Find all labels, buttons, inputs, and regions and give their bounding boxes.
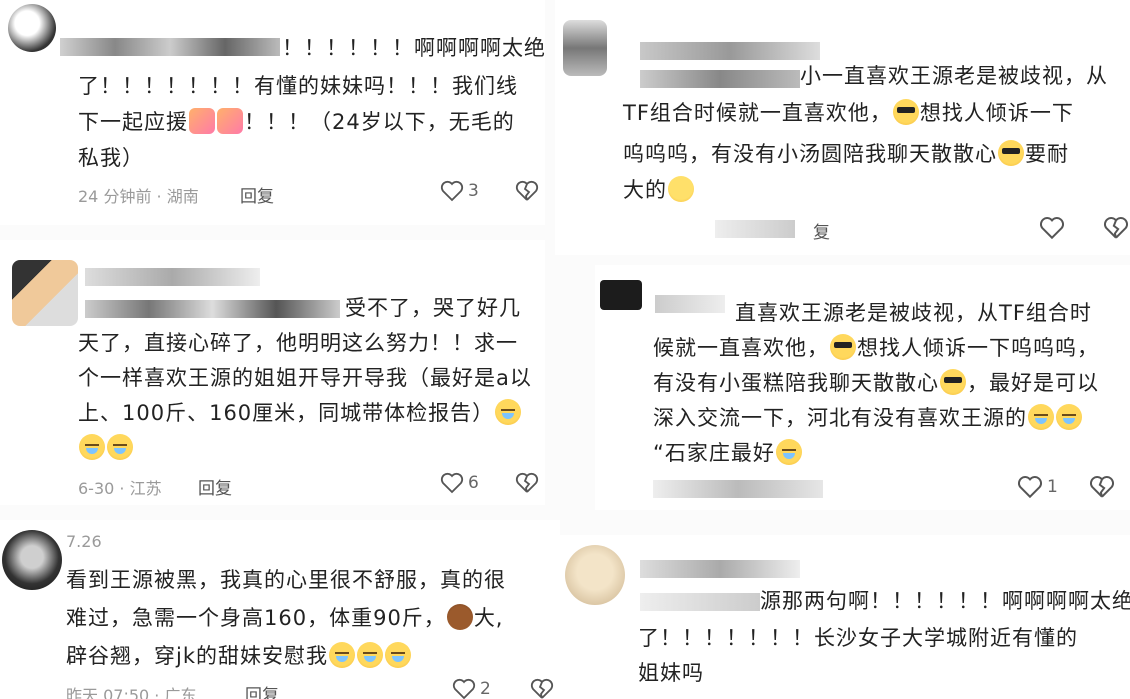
comment-text-line: 私我） (78, 146, 144, 170)
heart-icon (440, 180, 464, 202)
emoji-cry (329, 642, 355, 668)
comment-card-6: 源那两句啊！！！！！！啊啊啊啊太绝 了！！！！！！！长沙女子大学城附近有懂的 姐… (560, 535, 1130, 699)
comment-text-line: 辟谷翘，穿jk的甜妹安慰我 (66, 638, 412, 674)
blurred-username (640, 560, 800, 578)
comment-text-line: 个一样喜欢王源的姐姐开导开导我（最好是a以 (78, 366, 532, 390)
like-button[interactable]: 1 (1017, 475, 1058, 499)
dislike-button[interactable] (1089, 475, 1115, 499)
emoji-cool (830, 334, 856, 360)
like-count: 6 (468, 473, 479, 493)
comment-text-line: 深入交流一下，河北有没有喜欢王源的 (653, 400, 1083, 436)
comment-text-line: 直喜欢王源老是被歧视，从TF组合时 (735, 301, 1092, 325)
dislike-button[interactable] (1103, 216, 1129, 240)
blurred-meta (653, 480, 823, 498)
comment-card-3: 受不了，哭了好几 天了，直接心碎了，他明明这么努力！！求一 个一样喜欢王源的姐姐… (0, 240, 545, 505)
heart-icon (1017, 476, 1043, 499)
dislike-button[interactable] (515, 180, 539, 202)
like-button[interactable]: 6 (440, 472, 479, 494)
emoji-cool (998, 140, 1024, 166)
comment-text-line: 看到王源被黑，我真的心里很不舒服，真的很 (66, 568, 506, 592)
reply-button[interactable]: 回复 (245, 681, 279, 699)
comment-text-line: 大的 (623, 172, 695, 208)
broken-heart-icon (515, 472, 539, 493)
emoji-cry (495, 399, 522, 425)
emoji-cry (385, 642, 411, 668)
comment-text-line: 天了，直接心碎了，他明明这么努力！！求一 (78, 331, 518, 355)
avatar[interactable] (8, 4, 56, 52)
blurred-meta (715, 220, 795, 238)
emoji-hug (217, 108, 243, 134)
comment-text-line: TF组合时候就一直喜欢他， 想找人倾诉一下 (623, 99, 1074, 125)
comment-text-line: 姐妹吗 (638, 661, 704, 685)
heart-icon (452, 678, 476, 699)
comment-text-line: 有没有小蛋糕陪我聊天散散心 ，最好是可以 (653, 369, 1099, 395)
emoji-cry (1056, 404, 1082, 430)
like-button[interactable]: 3 (440, 180, 479, 202)
emoji-bear (446, 604, 473, 630)
emoji-cool (892, 99, 919, 125)
emoji-shock (668, 176, 694, 202)
broken-heart-icon (1103, 217, 1129, 239)
avatar[interactable] (563, 20, 607, 76)
comment-text-line: 呜呜呜，有没有小汤圆陪我聊天散散心 要耐 (623, 140, 1069, 166)
avatar[interactable] (565, 545, 625, 605)
comment-card-1: ！！！！！！啊啊啊啊太绝 了！！！！！！！有懂的妹妹吗！！！我们线 下一起应援！… (0, 0, 545, 225)
heart-icon (1039, 217, 1065, 240)
like-button[interactable] (1039, 216, 1065, 240)
comment-text-line: 受不了，哭了好几 (345, 296, 521, 320)
broken-heart-icon (530, 678, 554, 699)
blurred-username (640, 593, 760, 611)
emoji-hug (189, 108, 215, 134)
emoji-cry (107, 434, 133, 460)
reply-button[interactable]: 回复 (240, 182, 274, 207)
comment-meta: 昨天 07:50 · 广东 (66, 686, 197, 699)
comment-meta: 6-30 · 江苏 (78, 479, 162, 498)
broken-heart-icon (515, 180, 539, 201)
emoji-cry (775, 439, 802, 465)
dislike-button[interactable] (530, 678, 554, 699)
comment-text-line: 了！！！！！！！长沙女子大学城附近有懂的 (638, 626, 1078, 650)
like-count: 1 (1047, 477, 1058, 497)
blurred-username (640, 70, 800, 88)
comment-text-line: 候就一直喜欢他， 想找人倾诉一下呜呜呜， (653, 334, 1099, 360)
emoji-cry (1028, 404, 1054, 430)
dislike-button[interactable] (515, 472, 539, 494)
avatar[interactable] (2, 530, 62, 590)
avatar[interactable] (12, 260, 78, 326)
blurred-username (655, 295, 725, 313)
blurred-username (85, 268, 260, 286)
comment-emoji-line (78, 430, 134, 466)
comment-text-line: ！！！！！！啊啊啊啊太绝 (282, 36, 545, 60)
like-button[interactable]: 2 (452, 678, 491, 699)
like-count: 3 (468, 181, 479, 201)
comment-text-line: 源那两句啊！！！！！！啊啊啊啊太绝 (760, 589, 1130, 613)
emoji-cry (357, 642, 383, 668)
comment-date: 7.26 (66, 532, 102, 551)
comment-text-line: 下一起应援 ！！！（24岁以下，无毛的 (78, 108, 515, 134)
comment-text-line: 难过，急需一个身高160，体重90斤， 大, (66, 604, 504, 630)
comment-text-line: “石家庄最好 (653, 435, 803, 471)
comment-meta: 24 分钟前 · 湖南 (78, 187, 199, 206)
comment-card-5: 7.26 看到王源被黑，我真的心里很不舒服，真的很 难过，急需一个身高160，体… (0, 520, 560, 699)
blurred-username (85, 300, 340, 318)
comment-text-line: 上、100斤、160厘米，同城带体检报告） (78, 395, 522, 431)
broken-heart-icon (1089, 476, 1115, 498)
comment-text-line: 小一直喜欢王源老是被歧视，从 (800, 64, 1108, 88)
comment-text-line: 了！！！！！！！有懂的妹妹吗！！！我们线 (78, 74, 518, 98)
heart-icon (440, 472, 464, 494)
blurred-username (640, 42, 820, 60)
reply-button[interactable]: 复 (813, 218, 830, 243)
avatar[interactable] (600, 280, 642, 310)
like-count: 2 (480, 679, 491, 699)
comment-card-4: 直喜欢王源老是被歧视，从TF组合时 候就一直喜欢他， 想找人倾诉一下呜呜呜， 有没… (595, 265, 1130, 510)
emoji-cry (79, 434, 105, 460)
reply-button[interactable]: 回复 (198, 474, 232, 499)
emoji-cool (940, 369, 966, 395)
blurred-username (60, 38, 280, 56)
comment-card-2: 小一直喜欢王源老是被歧视，从 TF组合时候就一直喜欢他， 想找人倾诉一下 呜呜呜，… (555, 0, 1130, 255)
